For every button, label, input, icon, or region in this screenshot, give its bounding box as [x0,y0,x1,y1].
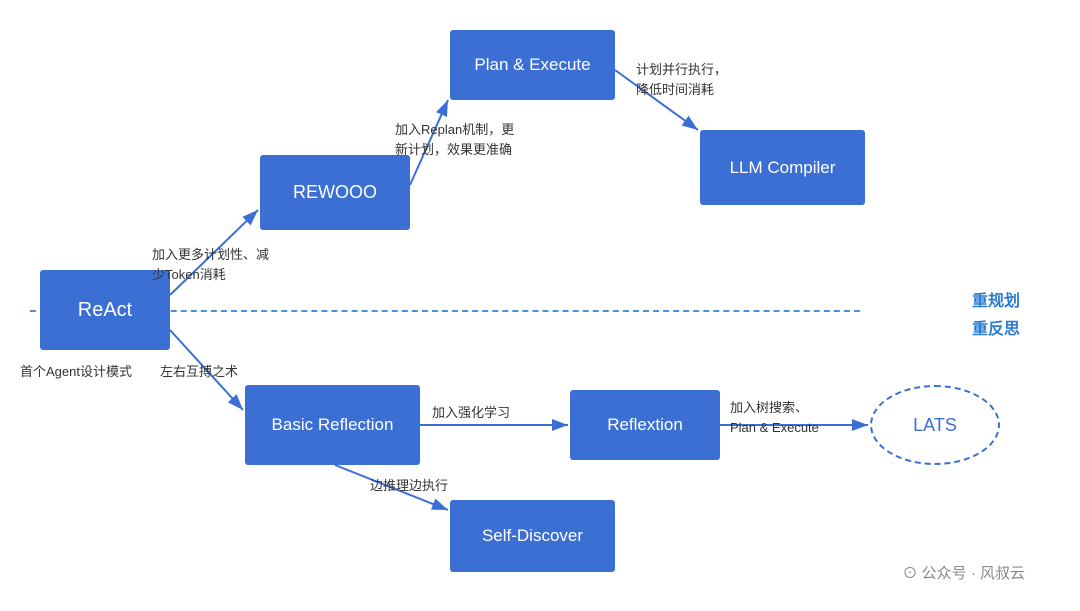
label-react-rewooo: 加入更多计划性、减少Token消耗 [152,245,269,284]
label-reflextion-lats: 加入树搜索、Plan & Execute [730,398,819,437]
label-react-bottom: 首个Agent设计模式 [20,362,132,382]
label-basic-self: 边推理边执行 [370,476,448,496]
node-plan-execute: Plan & Execute [450,30,615,100]
section-rethink: 重反思 [972,315,1020,339]
label-basic-reflextion: 加入强化学习 [432,403,510,423]
node-llm-compiler: LLM Compiler [700,130,865,205]
node-self-discover: Self-Discover [450,500,615,572]
node-lats: LATS [870,385,1000,465]
section-replan: 重规划 [972,287,1020,311]
node-basic-reflection: Basic Reflection [245,385,420,465]
label-plan-llm: 计划并行执行，降低时间消耗 [636,60,727,99]
node-rewooo: REWOOO [260,155,410,230]
node-reflextion: Reflextion [570,390,720,460]
node-react: ReAct [40,270,170,350]
label-react-basic: 左右互搏之术 [160,362,238,382]
diagram-container: 重规划 重反思 ReAct REWOOO Plan & Execute LLM … [0,0,1080,611]
label-rewooo-plan: 加入Replan机制，更新计划，效果更准确 [395,120,514,159]
footer-text: ⊙ 公众号 · 风叔云 [903,562,1026,583]
